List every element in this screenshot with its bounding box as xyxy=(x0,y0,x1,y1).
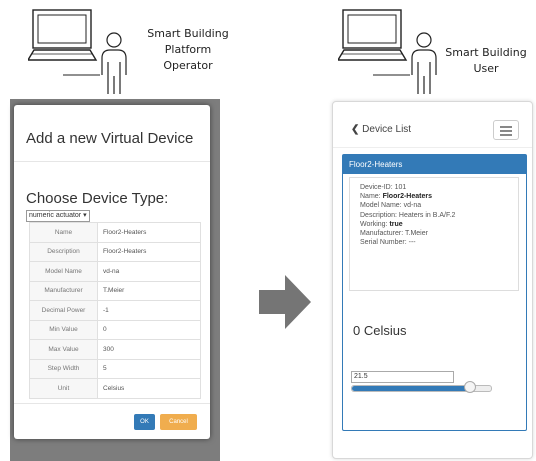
form-row: Name Floor2-Heaters xyxy=(29,222,201,243)
form-row: Manufacturer T.Meier xyxy=(29,280,201,301)
form-field-input[interactable]: T.Meier xyxy=(97,280,201,301)
hamburger-line xyxy=(500,134,512,136)
info-key: Manufacturer: xyxy=(360,230,404,237)
back-to-device-list-link[interactable]: ❮ Device List xyxy=(351,124,411,135)
device-type-select[interactable]: numeric actuator ▾ xyxy=(26,210,90,222)
form-field-label: Max Value xyxy=(29,339,98,360)
form-field-input[interactable]: -1 xyxy=(97,300,201,321)
form-row: Max Value 300 xyxy=(29,339,201,360)
device-info-line: Device-ID: 101 xyxy=(360,184,406,191)
user-role-label: Smart Building User xyxy=(445,46,527,75)
hamburger-line xyxy=(500,130,512,132)
form-field-label: Unit xyxy=(29,378,98,399)
form-field-input[interactable]: 0 xyxy=(97,319,201,340)
info-key: Working: xyxy=(360,220,388,228)
device-panel-header: Floor2-Heaters xyxy=(343,155,526,174)
form-field-input[interactable]: Floor2-Heaters xyxy=(97,222,201,243)
form-row: Step Width 5 xyxy=(29,358,201,379)
slider-fill xyxy=(352,386,471,391)
device-info-line: Description: Heaters in B.A/F.2 xyxy=(360,212,455,219)
info-value: --- xyxy=(408,239,416,247)
setpoint-input[interactable]: 21.5 xyxy=(351,371,454,383)
info-key: Device-ID: xyxy=(360,184,393,191)
right-arrow-icon xyxy=(259,275,311,329)
menu-button[interactable] xyxy=(493,120,519,140)
operator-role-label: Smart Building Platform Operator xyxy=(147,27,229,72)
form-field-input[interactable]: vd-na xyxy=(97,261,201,282)
chevron-down-icon: ▾ xyxy=(83,212,87,219)
form-row: Model Name vd-na xyxy=(29,261,201,282)
device-info-box: Device-ID: 101 Name: Floor2-Heaters Model … xyxy=(349,177,519,291)
form-row: Min Value 0 xyxy=(29,319,201,340)
form-field-label: Model Name xyxy=(29,261,98,282)
mobile-app-frame: ❮ Device List Floor2-Heaters Device-ID: … xyxy=(332,101,533,459)
modal-divider xyxy=(14,161,210,162)
ok-button[interactable]: OK xyxy=(134,414,155,430)
form-field-label: Description xyxy=(29,241,98,262)
form-field-label: Name xyxy=(29,222,98,243)
form-field-input[interactable]: Celsius xyxy=(97,378,201,399)
current-value-display: 0 Celsius xyxy=(353,323,407,338)
form-row: Description Floor2-Heaters xyxy=(29,241,201,262)
info-key: Model Name: xyxy=(360,202,402,210)
device-info-line: Name: Floor2-Heaters xyxy=(360,193,432,200)
device-panel: Floor2-Heaters Device-ID: 101 Name: Floor… xyxy=(342,154,527,431)
device-form-table: Name Floor2-Heaters Description Floor2-Heat… xyxy=(29,222,201,399)
info-value: Heaters in B.A/F.2 xyxy=(398,211,456,219)
user-computer-icon xyxy=(338,9,437,94)
nav-back-label: Device List xyxy=(362,124,412,135)
hamburger-line xyxy=(500,126,512,128)
device-info-line: Model Name: vd-na xyxy=(360,202,421,209)
add-device-modal: Add a new Virtual Device Choose Device T… xyxy=(14,105,210,439)
form-field-label: Manufacturer xyxy=(29,280,98,301)
info-key: Description: xyxy=(360,211,397,219)
form-field-label: Step Width xyxy=(29,358,98,379)
modal-footer-divider xyxy=(14,403,210,404)
form-field-label: Min Value xyxy=(29,319,98,340)
form-field-input[interactable]: 300 xyxy=(97,339,201,360)
info-value: Floor2-Heaters xyxy=(382,193,432,201)
operator-computer-icon xyxy=(28,9,127,94)
info-value: true xyxy=(389,220,403,228)
device-type-value: numeric actuator xyxy=(29,212,82,219)
nav-divider xyxy=(333,147,532,148)
info-value: 101 xyxy=(394,184,407,191)
form-field-input[interactable]: Floor2-Heaters xyxy=(97,241,201,262)
modal-title: Add a new Virtual Device xyxy=(26,130,194,147)
device-info-line: Serial Number: --- xyxy=(360,239,416,246)
cancel-button[interactable]: Cancel xyxy=(160,414,197,430)
chevron-left-icon: ❮ xyxy=(351,124,360,135)
info-key: Serial Number: xyxy=(360,239,407,247)
info-value: vd-na xyxy=(403,202,422,210)
info-key: Name: xyxy=(360,193,381,201)
form-row: Unit Celsius xyxy=(29,378,201,399)
info-value: T.Meier xyxy=(405,230,428,237)
choose-type-label: Choose Device Type: xyxy=(26,190,169,207)
form-field-input[interactable]: 5 xyxy=(97,358,201,379)
device-info-line: Manufacturer: T.Meier xyxy=(360,230,428,237)
device-info-line: Working: true xyxy=(360,221,403,228)
form-row: Decimal Power -1 xyxy=(29,300,201,321)
form-field-label: Decimal Power xyxy=(29,300,98,321)
